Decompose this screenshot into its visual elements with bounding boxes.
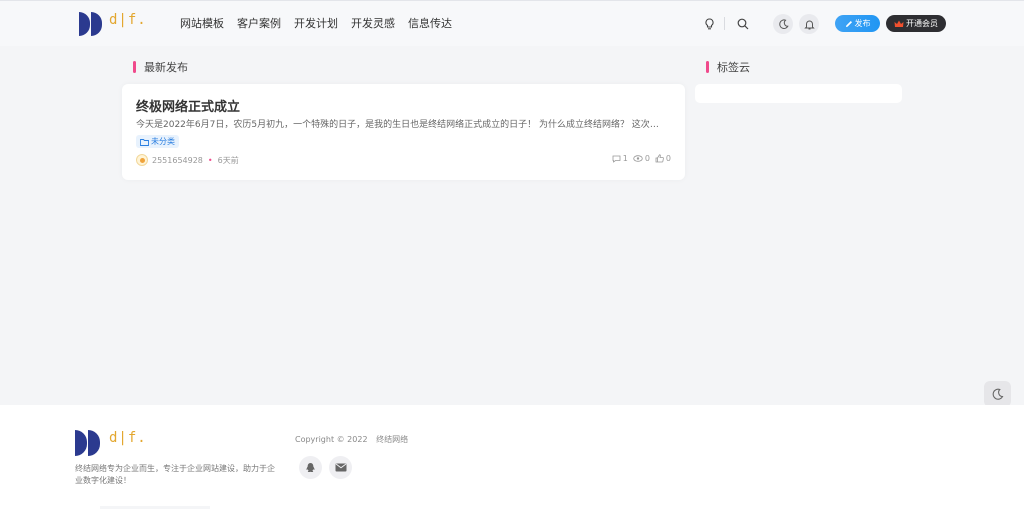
post-stats: 1 0 0: [612, 154, 671, 163]
main-nav: 网站模板 客户案例 开发计划 开发灵感 信息传达: [180, 16, 465, 32]
mail-button[interactable]: [329, 456, 352, 479]
tagcloud-panel: [695, 84, 902, 103]
nav-item-info[interactable]: 信息传达: [408, 16, 452, 32]
copyright-text: Copyright © 2022: [295, 435, 368, 444]
vip-button[interactable]: 开通会员: [886, 15, 946, 32]
post-meta: 2551654928 • 6天前: [136, 154, 239, 166]
post-button-label: 发布: [854, 19, 871, 28]
post-button[interactable]: 发布: [835, 15, 880, 32]
tagcloud-section-title: 标签云: [706, 59, 750, 75]
mail-icon: [335, 463, 346, 472]
nav-item-plans[interactable]: 开发计划: [294, 16, 338, 32]
comment-icon: [612, 155, 621, 163]
crown-icon: [894, 20, 904, 27]
footer-logo[interactable]: d|f.: [75, 430, 147, 456]
post-card[interactable]: 终极网络正式成立 今天是2022年6月7日，农历5月初九，一个特殊的日子，是我的…: [122, 84, 685, 180]
nav-item-cases[interactable]: 客户案例: [237, 16, 281, 32]
theme-toggle-button[interactable]: [984, 381, 1011, 407]
lightbulb-icon[interactable]: [702, 17, 716, 31]
post-title[interactable]: 终极网络正式成立: [136, 96, 240, 115]
bell-icon[interactable]: [799, 14, 819, 34]
category-badge[interactable]: 未分类: [136, 135, 179, 148]
like-count[interactable]: 0: [655, 154, 671, 163]
logo-mark: [79, 12, 103, 36]
footer-description: 终结网络专为企业而生，专注于企业网站建设，助力于企业数字化建设！: [75, 464, 275, 485]
footer-copyright: Copyright © 2022 终结网络: [295, 434, 414, 445]
post-excerpt: 今天是2022年6月7日，农历5月初九，一个特殊的日子，是我的生日也是终结网络正…: [136, 120, 666, 130]
view-count: 0: [633, 154, 650, 163]
vip-button-label: 开通会员: [906, 19, 938, 28]
nav-item-templates[interactable]: 网站模板: [180, 16, 224, 32]
latest-section-title: 最新发布: [133, 59, 188, 75]
title-accent-bar: [706, 61, 709, 73]
author-name[interactable]: 2551654928: [152, 156, 203, 165]
tagcloud-title-text: 标签云: [717, 61, 750, 74]
meta-separator: •: [207, 155, 213, 165]
qq-icon: [306, 462, 315, 472]
folder-icon: [140, 138, 149, 146]
site-header: d|f. 网站模板 客户案例 开发计划 开发灵感 信息传达 发布 开通会员: [0, 0, 1024, 46]
moon-icon: [992, 388, 1004, 400]
logo-text: d|f.: [109, 12, 147, 28]
qq-button[interactable]: [299, 456, 322, 479]
footer-site-link[interactable]: 终结网络: [376, 435, 408, 444]
site-logo[interactable]: d|f.: [79, 12, 147, 36]
search-icon[interactable]: [736, 17, 750, 31]
thumbs-up-icon: [655, 154, 664, 163]
pencil-icon: [845, 20, 852, 27]
site-footer: d|f. 终结网络专为企业而生，专注于企业网站建设，助力于企业数字化建设！ Co…: [0, 405, 1024, 509]
eye-icon: [633, 155, 643, 162]
nav-item-inspiration[interactable]: 开发灵感: [351, 16, 395, 32]
moon-icon[interactable]: [773, 14, 793, 34]
header-divider: [724, 17, 725, 30]
comment-count: 1: [612, 154, 628, 163]
logo-mark: [75, 430, 101, 456]
title-accent-bar: [133, 61, 136, 73]
footer-logo-text: d|f.: [109, 430, 147, 446]
latest-title-text: 最新发布: [144, 61, 188, 74]
avatar[interactable]: [136, 154, 148, 166]
category-label: 未分类: [151, 137, 175, 146]
post-time: 6天前: [217, 155, 239, 165]
